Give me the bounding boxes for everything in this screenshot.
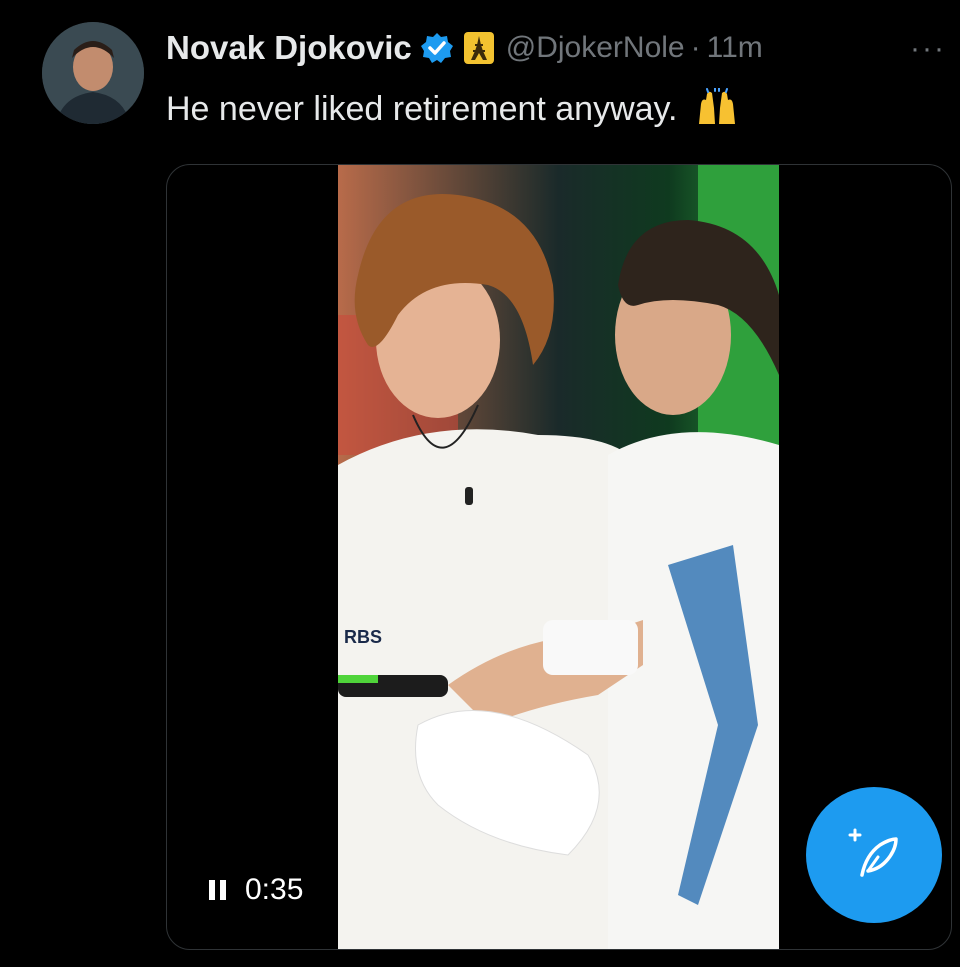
sponsor-logo-text: RBS xyxy=(344,627,382,647)
post-text-content: He never liked retirement anyway. xyxy=(166,90,678,128)
more-options-icon[interactable]: ··· xyxy=(910,32,946,66)
avatar-image xyxy=(42,22,144,124)
video-player[interactable]: RBS xyxy=(338,165,779,949)
pause-icon[interactable] xyxy=(207,879,229,901)
meta-separator: · xyxy=(690,31,701,64)
video-frame: RBS xyxy=(338,165,779,949)
post-timestamp[interactable]: 11m xyxy=(707,31,763,65)
compose-post-button[interactable] xyxy=(806,787,942,923)
post-header: Novak Djokovic @DjokerNole · 11m xyxy=(166,24,763,72)
video-controls: 0:35 xyxy=(207,873,303,907)
post-avatar[interactable] xyxy=(42,22,144,124)
author-handle[interactable]: @DjokerNole xyxy=(506,31,685,65)
author-name[interactable]: Novak Djokovic xyxy=(166,29,412,67)
compose-post-icon xyxy=(848,828,898,877)
eiffel-tower-icon[interactable] xyxy=(463,32,494,64)
raising-hands-icon xyxy=(695,87,739,135)
verified-badge-icon[interactable] xyxy=(420,31,454,65)
post-text: He never liked retirement anyway. xyxy=(166,87,739,135)
video-timecode: 0:35 xyxy=(245,873,304,906)
